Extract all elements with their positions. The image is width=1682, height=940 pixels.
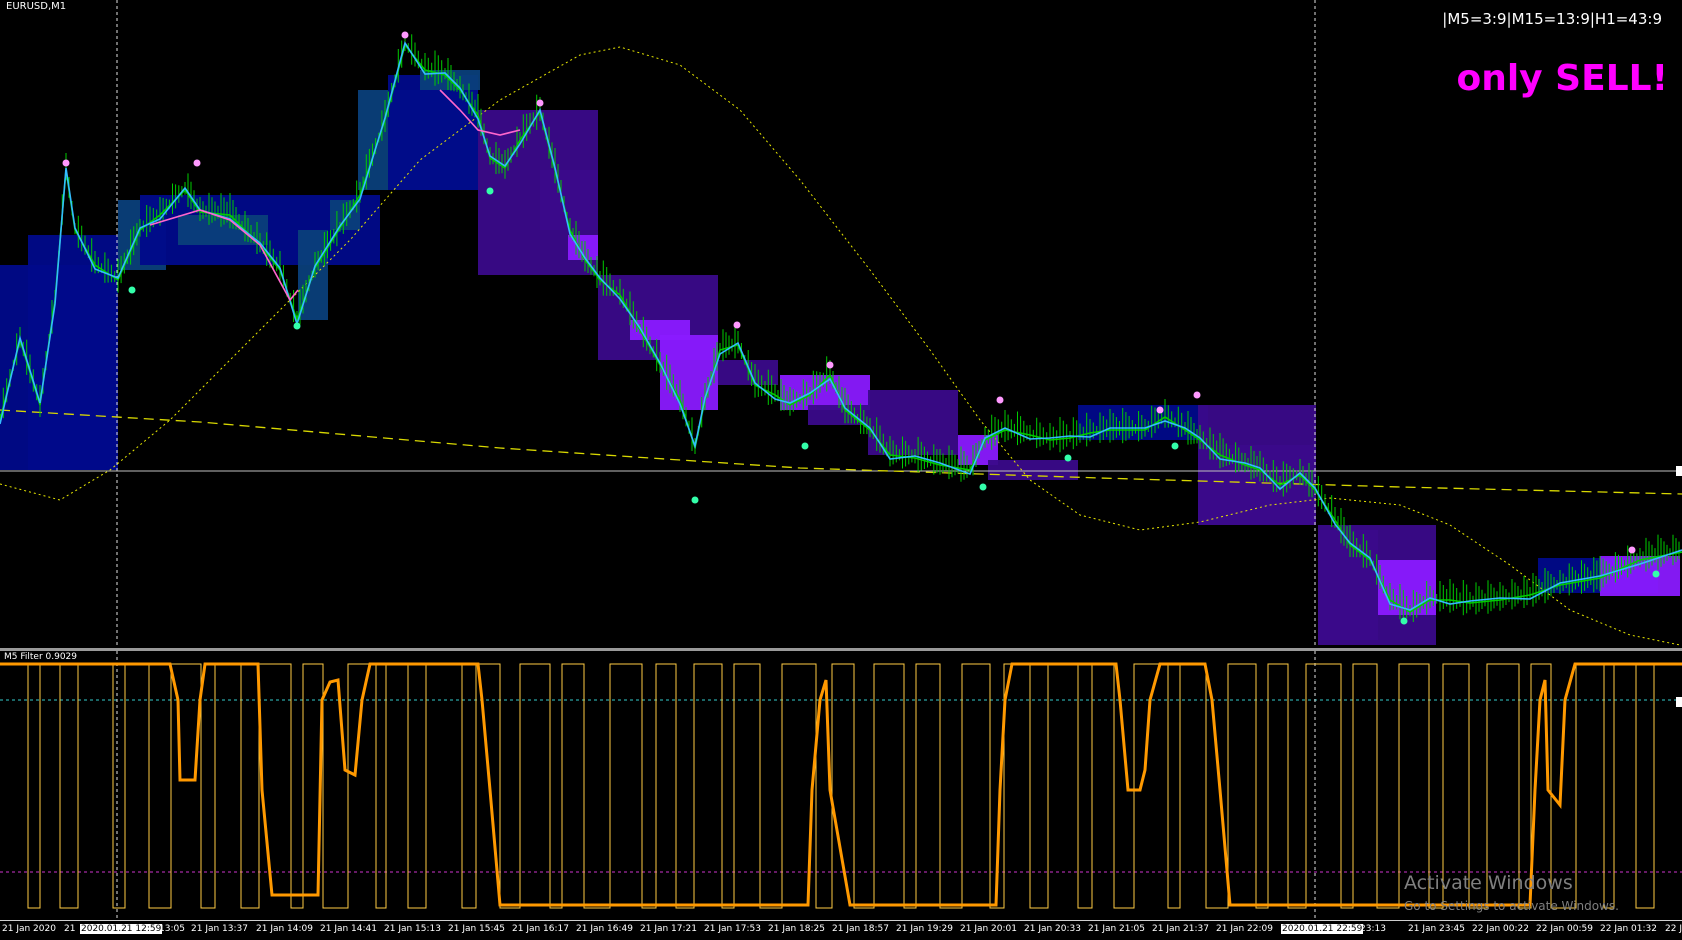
time-axis-label: 21 Jan 16:49 bbox=[576, 924, 633, 934]
swing-high-marker bbox=[996, 396, 1004, 404]
pane-separator[interactable] bbox=[0, 648, 1682, 651]
swing-low-marker bbox=[128, 286, 136, 294]
time-axis-label: 21 Jan 23:45 bbox=[1408, 924, 1465, 934]
time-axis-label: 21 bbox=[64, 924, 76, 934]
time-axis-label: 21 Jan 14:41 bbox=[320, 924, 377, 934]
time-axis-label: 21 Jan 17:53 bbox=[704, 924, 761, 934]
swing-high-marker bbox=[536, 99, 544, 107]
time-axis-label: 21 Jan 20:33 bbox=[1024, 924, 1081, 934]
symbol-label: EURUSD,M1 bbox=[6, 1, 67, 12]
time-axis-label: 13:05 bbox=[159, 924, 185, 934]
range-box bbox=[660, 335, 718, 410]
range-box bbox=[388, 75, 478, 190]
indicator-label: M5 Filter 0.9029 bbox=[4, 652, 77, 662]
range-box bbox=[1318, 530, 1378, 640]
swing-high-marker bbox=[401, 31, 409, 39]
trading-chart-window[interactable]: EURUSD,M1 |M5=3:9|M15=13:9|H1=43:9 only … bbox=[0, 0, 1682, 940]
time-axis-label: 23:13 bbox=[1360, 924, 1386, 934]
time-axis-label: 21 Jan 15:13 bbox=[384, 924, 441, 934]
time-axis-label: 22 Jan 00:22 bbox=[1472, 924, 1529, 934]
activation-watermark-text: Go to Settings to activate Windows. bbox=[1404, 899, 1619, 913]
swing-high-marker bbox=[1156, 406, 1164, 414]
mtf-readout: |M5=3:9|M15=13:9|H1=43:9 bbox=[1442, 10, 1662, 28]
time-axis-label: 21 Jan 18:57 bbox=[832, 924, 889, 934]
time-axis-label: 21 Jan 21:37 bbox=[1152, 924, 1209, 934]
price-scale-marker bbox=[1676, 466, 1682, 476]
swing-low-marker bbox=[1064, 454, 1072, 462]
swing-low-marker bbox=[293, 322, 301, 330]
swing-low-marker bbox=[801, 442, 809, 450]
price-chart-canvas[interactable] bbox=[0, 0, 1682, 939]
swing-high-marker bbox=[1193, 391, 1201, 399]
range-box bbox=[988, 460, 1078, 480]
indicator-scale-marker bbox=[1676, 697, 1682, 707]
swing-low-marker bbox=[1400, 617, 1408, 625]
time-axis-cursor-label: 2020.01.21 12:59 bbox=[80, 924, 163, 934]
swing-low-marker bbox=[1652, 570, 1660, 578]
time-axis-label: 21 Jan 22:09 bbox=[1216, 924, 1273, 934]
time-axis-label: 21 Jan 14:09 bbox=[256, 924, 313, 934]
swing-high-marker bbox=[1628, 546, 1636, 554]
time-axis-label: 21 Jan 17:21 bbox=[640, 924, 697, 934]
time-axis-label: 22 J bbox=[1665, 924, 1682, 934]
time-axis-label: 22 Jan 00:59 bbox=[1536, 924, 1593, 934]
swing-high-marker bbox=[62, 159, 70, 167]
swing-high-marker bbox=[826, 361, 834, 369]
time-axis-label: 21 Jan 15:45 bbox=[448, 924, 505, 934]
swing-low-marker bbox=[979, 483, 987, 491]
swing-low-marker bbox=[1171, 442, 1179, 450]
time-axis-label: 21 Jan 2020 bbox=[2, 924, 56, 934]
time-axis-label: 21 Jan 19:29 bbox=[896, 924, 953, 934]
swing-low-marker bbox=[486, 187, 494, 195]
time-axis-label: 22 Jan 01:32 bbox=[1600, 924, 1657, 934]
time-axis-label: 21 Jan 18:25 bbox=[768, 924, 825, 934]
time-axis-label: 21 Jan 16:17 bbox=[512, 924, 569, 934]
swing-high-marker bbox=[733, 321, 741, 329]
swing-high-marker bbox=[193, 159, 201, 167]
swing-low-marker bbox=[691, 496, 699, 504]
time-axis-label: 21 Jan 20:01 bbox=[960, 924, 1017, 934]
time-axis: 21 Jan 2020 21 2020.01.21 12:59 13:05 21 Jan… bbox=[0, 920, 1682, 940]
activation-watermark-title: Activate Windows bbox=[1404, 872, 1573, 894]
range-box bbox=[540, 170, 598, 230]
time-axis-cursor-label: 2020.01.21 22:59 bbox=[1281, 924, 1364, 934]
time-axis-label: 21 Jan 21:05 bbox=[1088, 924, 1145, 934]
signal-text: only SELL! bbox=[1456, 58, 1668, 99]
moving-average-cyan bbox=[0, 41, 1682, 611]
time-axis-label: 21 Jan 13:37 bbox=[191, 924, 248, 934]
